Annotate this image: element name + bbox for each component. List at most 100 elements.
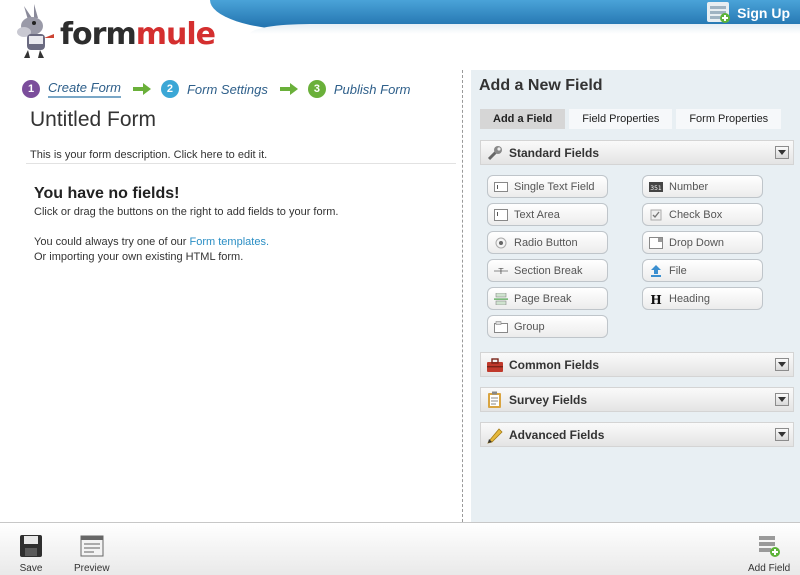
wrench-icon xyxy=(487,145,502,160)
page-break-icon xyxy=(494,292,508,305)
svg-text:T: T xyxy=(498,267,504,276)
arrow-right-icon xyxy=(132,83,151,95)
save-label: Save xyxy=(19,563,43,574)
step-number: 3 xyxy=(307,80,326,98)
collapse-toggle[interactable] xyxy=(775,428,789,441)
form-title[interactable]: Untitled Form xyxy=(30,108,156,132)
add-page-break-button[interactable]: Page Break xyxy=(487,287,608,310)
empty-state-hint: Click or drag the buttons on the right t… xyxy=(34,206,339,218)
add-text-area-button[interactable]: Text Area xyxy=(487,203,608,226)
radio-icon xyxy=(495,237,507,248)
signup-label: Sign Up xyxy=(737,5,790,21)
signup-button[interactable]: Sign Up xyxy=(707,2,790,24)
add-field-label: Add Field xyxy=(748,563,791,574)
section-break-icon: T xyxy=(494,267,508,276)
section-label: Survey Fields xyxy=(509,392,588,407)
step-number: 1 xyxy=(22,80,40,98)
preview-button[interactable]: Preview xyxy=(74,534,110,574)
empty-state-suggestions: You could always try one of our Form tem… xyxy=(34,235,269,265)
add-check-box-button[interactable]: Check Box xyxy=(642,203,763,226)
save-button[interactable]: Save xyxy=(19,534,43,574)
step-publish-form[interactable]: 3 Publish Form xyxy=(307,80,411,98)
field-label: Page Break xyxy=(514,292,572,305)
panel-divider xyxy=(462,70,463,522)
svg-text:351: 351 xyxy=(650,185,662,192)
preview-window-icon xyxy=(80,535,104,557)
add-radio-button-button[interactable]: Radio Button xyxy=(487,231,608,254)
svg-text:H: H xyxy=(650,293,661,305)
tab-form-properties[interactable]: Form Properties xyxy=(676,109,782,129)
app-header: formmule Sign Up xyxy=(0,0,800,66)
floppy-disk-icon xyxy=(20,535,42,557)
description-divider xyxy=(26,163,456,164)
field-label: Radio Button xyxy=(514,236,578,249)
section-label: Advanced Fields xyxy=(509,427,605,442)
step-form-settings[interactable]: 2 Form Settings xyxy=(160,80,268,98)
collapse-toggle[interactable] xyxy=(775,358,789,371)
add-section-break-button[interactable]: T Section Break xyxy=(487,259,608,282)
heading-icon: H xyxy=(650,293,661,305)
section-common-fields[interactable]: Common Fields xyxy=(480,352,794,377)
checkbox-icon xyxy=(650,209,662,220)
group-icon xyxy=(494,320,508,333)
wizard-steps: 1 Create Form 2 Form Settings 3 Publish … xyxy=(22,80,410,98)
collapse-toggle[interactable] xyxy=(775,146,789,159)
add-number-button[interactable]: 351 Number xyxy=(642,175,763,198)
toolbox-icon xyxy=(487,357,503,372)
section-label: Standard Fields xyxy=(509,145,600,160)
section-advanced-fields[interactable]: Advanced Fields xyxy=(480,422,794,447)
add-single-text-field-button[interactable]: Single Text Field xyxy=(487,175,608,198)
chevron-down-icon xyxy=(778,362,786,367)
panel-title: Add a New Field xyxy=(479,77,603,94)
section-survey-fields[interactable]: Survey Fields xyxy=(480,387,794,412)
step-create-form[interactable]: 1 Create Form xyxy=(22,80,121,98)
field-label: Number xyxy=(669,180,709,193)
add-drop-down-button[interactable]: Drop Down xyxy=(642,231,763,254)
tab-add-field[interactable]: Add a Field xyxy=(480,109,566,129)
step-number: 2 xyxy=(160,80,179,98)
add-file-button[interactable]: File xyxy=(642,259,763,282)
mule-mascot-icon xyxy=(17,4,54,58)
step-label: Publish Form xyxy=(333,81,411,97)
logo-form-word: form xyxy=(60,17,137,52)
step-label: Form Settings xyxy=(186,81,268,97)
import-text: Or importing your own existing HTML form… xyxy=(34,251,244,263)
field-label: Check Box xyxy=(669,208,723,221)
chevron-down-icon xyxy=(778,432,786,437)
form-description[interactable]: This is your form description. Click her… xyxy=(30,149,267,161)
logo-mule-word: mule xyxy=(135,17,216,52)
field-label: Group xyxy=(514,320,545,333)
form-templates-link[interactable]: Form templates. xyxy=(190,236,269,248)
text-field-icon xyxy=(494,181,508,192)
field-label: Text Area xyxy=(514,208,560,221)
clipboard-icon xyxy=(488,391,501,408)
empty-state-title: You have no fields! xyxy=(34,185,180,202)
add-field-button[interactable]: Add Field xyxy=(748,534,790,574)
formmule-logo[interactable]: formmule xyxy=(10,2,216,60)
collapse-toggle[interactable] xyxy=(775,393,789,406)
field-label: Single Text Field xyxy=(514,180,595,193)
add-heading-button[interactable]: H Heading xyxy=(642,287,763,310)
chevron-down-icon xyxy=(778,150,786,155)
panel-tabs: Add a Field Field Properties Form Proper… xyxy=(480,109,782,129)
templates-prefix: You could always try one of our xyxy=(34,236,190,248)
field-label: Section Break xyxy=(514,264,583,277)
text-area-icon xyxy=(494,208,508,221)
section-standard-fields[interactable]: Standard Fields xyxy=(480,140,794,165)
add-group-button[interactable]: Group xyxy=(487,315,608,338)
preview-label: Preview xyxy=(74,563,110,574)
step-label: Create Form xyxy=(48,80,121,98)
arrow-right-icon xyxy=(279,83,298,95)
bottom-toolbar: Save Preview Add Field xyxy=(0,522,800,575)
logo-text: formmule xyxy=(60,17,216,52)
upload-icon xyxy=(651,264,661,277)
chevron-down-icon xyxy=(778,397,786,402)
field-label: Heading xyxy=(669,292,710,305)
section-label: Common Fields xyxy=(509,357,600,372)
field-label: Drop Down xyxy=(669,236,725,249)
number-icon: 351 xyxy=(649,181,663,192)
pencil-icon xyxy=(487,427,503,444)
field-label: File xyxy=(669,264,687,277)
tab-field-properties[interactable]: Field Properties xyxy=(569,109,673,129)
add-field-icon xyxy=(759,536,781,557)
